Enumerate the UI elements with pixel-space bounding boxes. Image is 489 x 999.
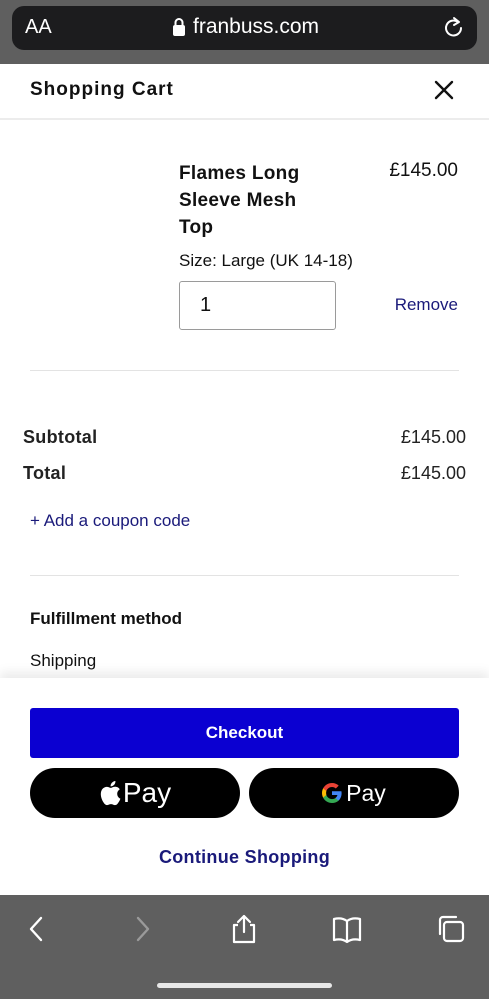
fulfillment-heading: Fulfillment method <box>30 609 183 628</box>
domain-text: franbuss.com <box>193 15 320 38</box>
reload-icon[interactable] <box>441 15 467 41</box>
remove-link[interactable]: Remove <box>395 295 458 315</box>
tabs-icon[interactable] <box>436 914 466 944</box>
checkout-button[interactable]: Checkout <box>30 708 459 758</box>
continue-shopping-link[interactable]: Continue Shopping <box>0 847 489 868</box>
close-icon[interactable] <box>432 78 456 102</box>
product-price: £145.00 <box>389 160 458 181</box>
google-pay-button[interactable]: Pay <box>249 768 459 818</box>
forward-icon[interactable] <box>127 914 157 944</box>
cart-header: Shopping Cart <box>0 64 489 120</box>
back-icon[interactable] <box>22 914 52 944</box>
divider <box>30 370 459 371</box>
apple-logo-icon <box>100 781 121 806</box>
subtotal-value: £145.00 <box>400 427 466 447</box>
total-value: £145.00 <box>400 463 466 483</box>
fulfillment-method: Shipping <box>30 651 97 670</box>
apple-pay-label: Pay <box>122 777 172 808</box>
apple-pay-button[interactable]: Pay <box>30 768 240 818</box>
home-indicator <box>157 983 332 988</box>
total-label: Total <box>23 463 67 483</box>
text-size-button[interactable]: AA <box>25 16 52 39</box>
bookmarks-icon[interactable] <box>332 914 362 944</box>
page-title: Shopping Cart <box>30 79 174 100</box>
product-size: Size: Large (UK 14-18) <box>179 251 353 270</box>
address-bar[interactable]: AA franbuss.com <box>12 6 477 50</box>
subtotal-label: Subtotal <box>23 427 98 447</box>
browser-top-bar: AA franbuss.com <box>0 0 489 64</box>
browser-toolbar <box>0 895 489 999</box>
lock-icon <box>173 18 185 36</box>
product-name[interactable]: Flames Long Sleeve Mesh Top <box>179 160 329 241</box>
checkout-panel: Checkout Pay Pay Continue Shopping <box>0 678 489 895</box>
divider <box>30 575 459 576</box>
quantity-input[interactable] <box>179 281 336 330</box>
google-pay-label: Pay <box>346 779 386 806</box>
google-g-icon <box>322 783 342 803</box>
add-coupon-link[interactable]: + Add a coupon code <box>30 511 190 531</box>
share-icon[interactable] <box>229 914 259 944</box>
